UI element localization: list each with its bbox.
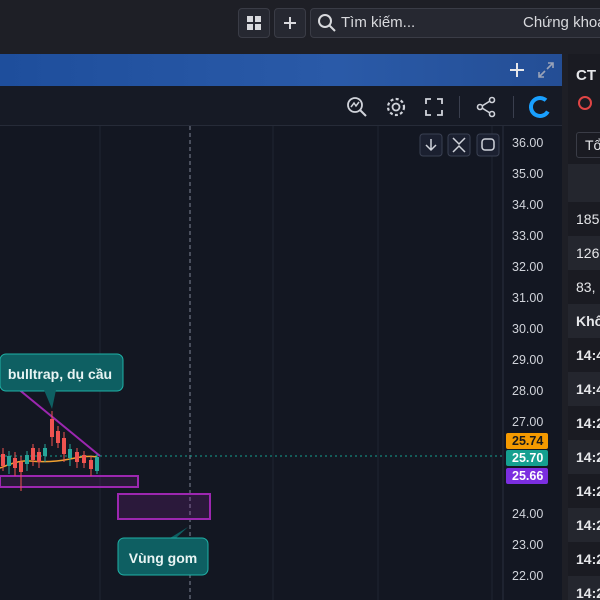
price-axis: 36.00 35.00 34.00 33.00 32.00 31.00 30.0… xyxy=(512,136,543,583)
filter-select[interactable]: Tổ xyxy=(576,132,600,158)
price-label: 24.00 xyxy=(512,507,543,521)
volume-row: 185 xyxy=(576,211,600,227)
toolbar-divider xyxy=(459,96,460,118)
chart-panel: bulltrap, dụ cầu Vùng gom 36.00 35.00 34… xyxy=(0,54,562,600)
price-tag-ma: 25.74 xyxy=(506,433,548,449)
price-label: 32.00 xyxy=(512,260,543,274)
fullscreen-icon xyxy=(425,98,443,116)
search-icon xyxy=(318,14,336,32)
trade-time: 14:2 xyxy=(568,508,600,542)
price-label: 35.00 xyxy=(512,167,543,181)
share-button[interactable] xyxy=(473,94,499,120)
price-chart[interactable]: bulltrap, dụ cầu Vùng gom 36.00 35.00 34… xyxy=(0,126,562,600)
trade-time: 14:2 xyxy=(568,576,600,600)
toolbar-divider xyxy=(513,96,514,118)
price-tag-value: 25.70 xyxy=(512,451,543,465)
search-category[interactable]: Chứng khoá xyxy=(523,14,600,31)
volume-row: 126 xyxy=(568,236,600,270)
section-title: Khố xyxy=(568,304,600,338)
brand-logo-icon xyxy=(529,96,551,118)
magnifier-chart-icon xyxy=(347,97,367,117)
price-label: 23.00 xyxy=(512,538,543,552)
clock-icon xyxy=(578,96,592,110)
price-label: 31.00 xyxy=(512,291,543,305)
add-button[interactable] xyxy=(274,8,306,38)
panel-header-row xyxy=(568,164,600,202)
settings-button[interactable] xyxy=(383,94,409,120)
price-tag-value: 25.74 xyxy=(512,434,543,448)
plus-icon xyxy=(284,17,296,29)
trade-time: 14:4 xyxy=(576,347,600,363)
price-tag-trend: 25.66 xyxy=(506,468,548,484)
panel-title: CT xyxy=(576,67,596,84)
trade-time: 14:2 xyxy=(576,415,600,431)
trade-time: 14:4 xyxy=(568,372,600,406)
price-tag-last: 25.70 xyxy=(506,450,548,466)
price-label: 30.00 xyxy=(512,322,543,336)
order-panel: CT Tổ 185 126 83, Khố 14:4 14:4 14:2 14:… xyxy=(568,54,600,600)
trade-time: 14:2 xyxy=(568,440,600,474)
price-tag-value: 25.66 xyxy=(512,469,543,483)
expand-icon[interactable] xyxy=(536,60,556,80)
accumulation-zone xyxy=(117,493,211,520)
scroll-down-button[interactable] xyxy=(419,133,443,157)
price-label: 27.00 xyxy=(512,415,543,429)
vung-gom-label: Vùng gom xyxy=(129,550,197,566)
trade-time: 14:2 xyxy=(576,551,600,567)
price-label: 29.00 xyxy=(512,353,543,367)
price-label: 28.00 xyxy=(512,384,543,398)
price-label: 34.00 xyxy=(512,198,543,212)
add-chart-icon[interactable] xyxy=(507,60,527,80)
volume-row: 83, xyxy=(576,279,596,295)
share-icon xyxy=(476,96,496,118)
zoom-analysis-button[interactable] xyxy=(344,94,370,120)
search-placeholder: Tìm kiếm... xyxy=(341,14,416,31)
reset-button[interactable] xyxy=(476,133,500,157)
fullscreen-button[interactable] xyxy=(421,94,447,120)
bulltrap-label: bulltrap, dụ cầu xyxy=(8,366,112,382)
collapse-button[interactable] xyxy=(447,133,471,157)
chart-title-bar xyxy=(0,54,562,86)
price-label: 36.00 xyxy=(512,136,543,150)
chart-toolbar xyxy=(0,86,562,126)
gear-icon xyxy=(386,97,406,117)
grid-layout-button[interactable] xyxy=(238,8,270,38)
price-label: 22.00 xyxy=(512,569,543,583)
top-bar: Tìm kiếm... Chứng khoá xyxy=(0,0,600,48)
search-input[interactable]: Tìm kiếm... Chứng khoá xyxy=(310,8,600,38)
price-label: 33.00 xyxy=(512,229,543,243)
grid-icon xyxy=(247,16,261,30)
brand-button[interactable] xyxy=(527,94,553,120)
trade-time: 14:2 xyxy=(576,483,600,499)
